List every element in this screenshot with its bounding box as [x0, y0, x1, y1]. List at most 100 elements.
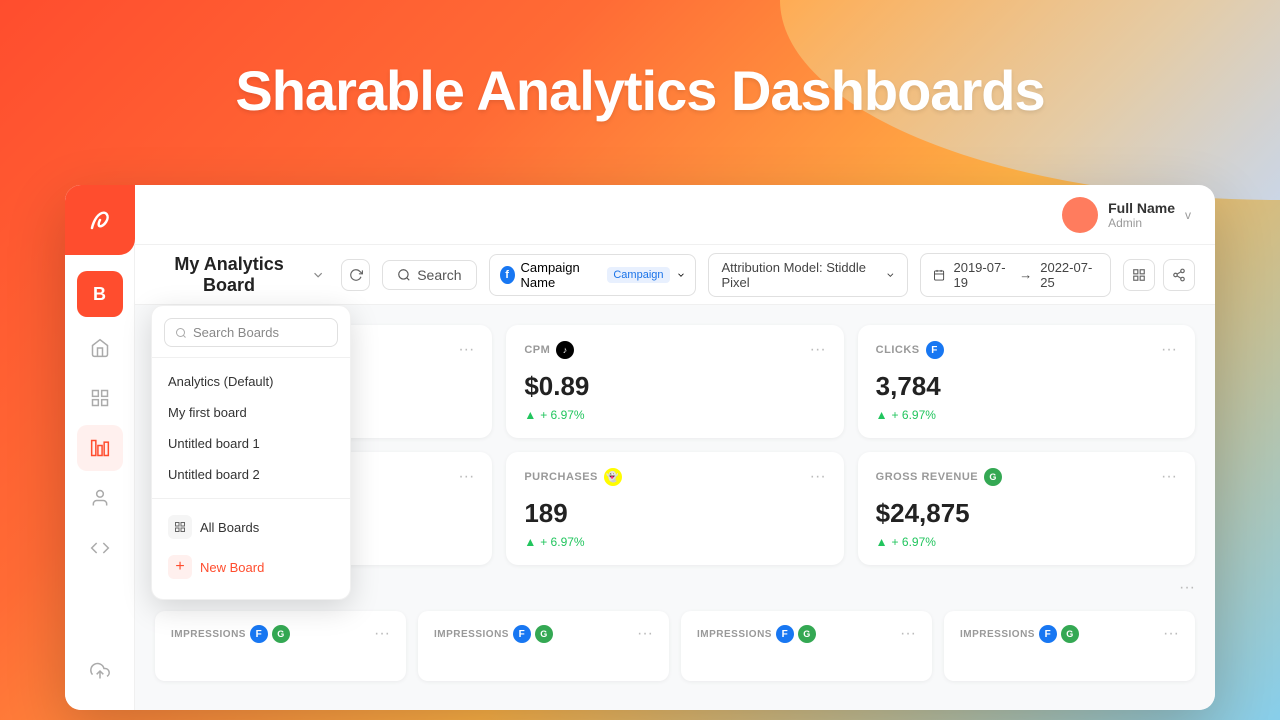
- card-value-clicks: 3,784: [876, 371, 1177, 402]
- card-change-purchases: ▲+ 6.97%: [524, 535, 825, 549]
- bottom-card-menu-0[interactable]: ···: [374, 625, 390, 643]
- dropdown-search-placeholder: Search Boards: [193, 325, 279, 340]
- board-title-button[interactable]: My Analytics Board: [155, 254, 325, 296]
- bottom-card-label-3: IMPRESSIONS f G: [960, 625, 1079, 643]
- platform-google-revenue: G: [984, 468, 1002, 486]
- dropdown-item-analytics[interactable]: Analytics (Default): [152, 366, 350, 397]
- bottom-card-label-1: IMPRESSIONS f G: [434, 625, 553, 643]
- card-label-gross-revenue: GROSS REVENUE G: [876, 468, 1002, 486]
- dropdown-search-field[interactable]: Search Boards: [164, 318, 338, 347]
- bc-fb-1: f: [513, 625, 531, 643]
- sidebar-item-code[interactable]: [77, 525, 123, 571]
- dropdown-search-area: Search Boards: [152, 318, 350, 358]
- bottom-card-menu-3[interactable]: ···: [1163, 625, 1179, 643]
- user-details: Full Name Admin: [1108, 200, 1175, 230]
- board-dropdown: Search Boards Analytics (Default) My fir…: [151, 305, 351, 600]
- sidebar-item-grid[interactable]: [77, 375, 123, 421]
- bc-google-2: G: [798, 625, 816, 643]
- refresh-button[interactable]: [341, 259, 370, 291]
- toolbar: My Analytics Board Search f Campa: [135, 245, 1215, 305]
- card-value-purchases: 189: [524, 498, 825, 529]
- new-board-label: New Board: [200, 560, 264, 575]
- section-menu[interactable]: ···: [1179, 579, 1195, 597]
- grid-view-button[interactable]: [1123, 259, 1155, 291]
- date-to: 2022-07-25: [1040, 260, 1098, 290]
- search-button[interactable]: Search: [382, 260, 476, 290]
- sidebar-item-upload[interactable]: [77, 648, 123, 694]
- card-value-cpm: $0.89: [524, 371, 825, 402]
- bc-fb-0: f: [250, 625, 268, 643]
- bc-fb-2: f: [776, 625, 794, 643]
- date-arrow: →: [1019, 267, 1032, 282]
- sidebar: B: [65, 185, 135, 710]
- sidebar-logo: [65, 185, 135, 255]
- date-from: 2019-07-19: [953, 260, 1011, 290]
- sidebar-bottom: [77, 648, 123, 710]
- dropdown-divider: [152, 498, 350, 499]
- bottom-card-3: IMPRESSIONS f G ···: [944, 611, 1195, 681]
- card-menu-impressions[interactable]: ···: [458, 341, 474, 359]
- card-label-purchases: PURCHASES 👻: [524, 468, 622, 486]
- attribution-button[interactable]: Attribution Model: Stiddle Pixel: [708, 253, 908, 297]
- attribution-text: Attribution Model: Stiddle Pixel: [721, 260, 878, 290]
- bottom-card-menu-2[interactable]: ···: [900, 625, 916, 643]
- user-chevron-icon[interactable]: v: [1185, 208, 1191, 222]
- user-name: Full Name: [1108, 200, 1175, 216]
- new-board-plus-icon: +: [168, 555, 192, 579]
- card-menu-clicks[interactable]: ···: [1161, 341, 1177, 359]
- campaign-filter-button[interactable]: f Campaign Name Campaign: [489, 254, 697, 296]
- bottom-card-2: IMPRESSIONS f G ···: [681, 611, 932, 681]
- toolbar-right: [1123, 259, 1195, 291]
- card-menu-gross-revenue[interactable]: ···: [1161, 468, 1177, 486]
- user-info: Full Name Admin v: [1062, 197, 1191, 233]
- fb-icon: f: [500, 266, 515, 284]
- card-label-cpm: CPM ♪: [524, 341, 574, 359]
- platform-snap-purchases: 👻: [604, 468, 622, 486]
- bottom-card-0: IMPRESSIONS f G ···: [155, 611, 406, 681]
- dropdown-item-untitled-2[interactable]: Untitled board 2: [152, 459, 350, 490]
- card-label-clicks: CLICKS f: [876, 341, 944, 359]
- dropdown-item-untitled-1[interactable]: Untitled board 1: [152, 428, 350, 459]
- sidebar-item-home[interactable]: [77, 325, 123, 371]
- card-menu-ctr[interactable]: ···: [458, 468, 474, 486]
- bc-google-3: G: [1061, 625, 1079, 643]
- platform-tiktok-icon: ♪: [556, 341, 574, 359]
- sidebar-item-users[interactable]: [77, 475, 123, 521]
- bottom-cards-row: IMPRESSIONS f G ··· IMPRESSIONS f G: [155, 611, 1195, 681]
- card-change-cpm: ▲+ 6.97%: [524, 408, 825, 422]
- campaign-tag: Campaign: [607, 267, 669, 283]
- topbar: Full Name Admin v: [135, 185, 1215, 245]
- metric-card-clicks: CLICKS f ··· 3,784 ▲+ 6.97%: [858, 325, 1195, 438]
- search-label: Search: [417, 267, 461, 283]
- bottom-card-1: IMPRESSIONS f G ···: [418, 611, 669, 681]
- card-change-gross-revenue: ▲+ 6.97%: [876, 535, 1177, 549]
- metric-card-cpm: CPM ♪ ··· $0.89 ▲+ 6.97%: [506, 325, 843, 438]
- user-role: Admin: [1108, 216, 1175, 230]
- app-window: B: [65, 185, 1215, 710]
- card-menu-cpm[interactable]: ···: [810, 341, 826, 359]
- sidebar-nav: [65, 325, 134, 571]
- dropdown-item-first-board[interactable]: My first board: [152, 397, 350, 428]
- all-boards-icon: [168, 515, 192, 539]
- sidebar-board-icon[interactable]: B: [77, 271, 123, 317]
- campaign-name: Campaign Name: [521, 260, 602, 290]
- bc-google-0: G: [272, 625, 290, 643]
- dropdown-all-boards-item[interactable]: All Boards: [152, 507, 350, 547]
- metric-card-purchases: PURCHASES 👻 ··· 189 ▲+ 6.97%: [506, 452, 843, 565]
- card-change-clicks: ▲+ 6.97%: [876, 408, 1177, 422]
- bottom-card-label-2: IMPRESSIONS f G: [697, 625, 816, 643]
- card-menu-purchases[interactable]: ···: [810, 468, 826, 486]
- share-button[interactable]: [1163, 259, 1195, 291]
- bc-google-1: G: [535, 625, 553, 643]
- user-avatar: [1062, 197, 1098, 233]
- platform-fb-clicks-icon: f: [926, 341, 944, 359]
- dropdown-new-board-item[interactable]: + New Board: [152, 547, 350, 587]
- bottom-card-menu-1[interactable]: ···: [637, 625, 653, 643]
- bc-fb-3: f: [1039, 625, 1057, 643]
- all-boards-label: All Boards: [200, 520, 259, 535]
- bottom-card-label-0: IMPRESSIONS f G: [171, 625, 290, 643]
- metric-card-gross-revenue: GROSS REVENUE G ··· $24,875 ▲+ 6.97%: [858, 452, 1195, 565]
- board-title-text: My Analytics Board: [155, 254, 303, 296]
- sidebar-item-analytics[interactable]: [77, 425, 123, 471]
- date-range-button[interactable]: 2019-07-19 → 2022-07-25: [920, 253, 1111, 297]
